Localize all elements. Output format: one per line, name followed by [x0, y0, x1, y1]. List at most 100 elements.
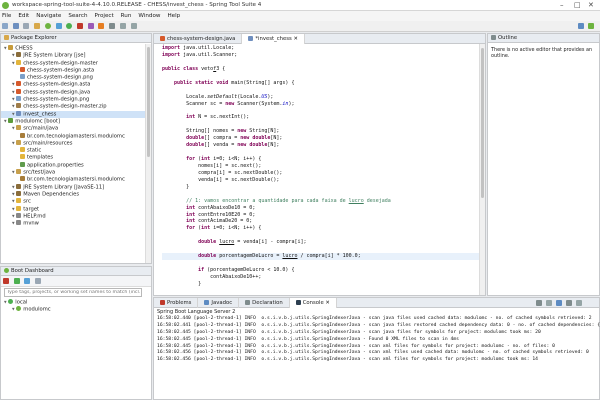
- package-explorer-scrollbar[interactable]: [145, 44, 151, 263]
- package-icon: [20, 132, 25, 138]
- save-all-icon[interactable]: [23, 23, 30, 29]
- pin-console-icon[interactable]: [556, 300, 562, 306]
- tree-item[interactable]: chess-system-design.asta: [1, 66, 151, 74]
- tree-item[interactable]: ▾ JRE System Library [jse]: [1, 52, 151, 59]
- maximize-icon[interactable]: □: [574, 1, 581, 9]
- package-explorer: Package Explorer ▾ CHESS ▾ JRE System Lib…: [0, 33, 152, 264]
- open-console-icon[interactable]: [576, 300, 582, 306]
- scrollbar-thumb[interactable]: [147, 47, 150, 157]
- new-icon[interactable]: [2, 23, 8, 29]
- search-icon[interactable]: [109, 23, 116, 29]
- close-tab-icon[interactable]: ✕: [293, 36, 297, 42]
- problems-icon: [160, 299, 165, 305]
- tab-javadoc[interactable]: Javadoc: [198, 298, 240, 308]
- tree-item[interactable]: ▾ target: [1, 205, 151, 213]
- spring-boot-icon[interactable]: [44, 23, 51, 29]
- scroll-lock-icon[interactable]: [546, 300, 552, 306]
- tab-console[interactable]: Console ✕: [289, 298, 337, 308]
- menu-run[interactable]: Run: [121, 11, 132, 21]
- folder-icon: [16, 59, 22, 65]
- open-icon[interactable]: [34, 23, 41, 29]
- close-tab-icon[interactable]: ✕: [325, 300, 329, 306]
- tree-item[interactable]: ▾ HELP.md: [1, 212, 151, 220]
- dashboard-item[interactable]: ▾ local: [1, 299, 151, 306]
- library-icon: [16, 183, 22, 189]
- tab-label: Javadoc: [211, 300, 233, 306]
- start-icon[interactable]: [13, 278, 20, 284]
- open-browser-icon[interactable]: [35, 278, 42, 284]
- editor-tab-label: *invest_chess: [255, 36, 292, 42]
- close-icon[interactable]: ✕: [588, 1, 594, 9]
- menu-file[interactable]: File: [2, 11, 11, 21]
- tree-item[interactable]: ▾ src/test/java: [1, 169, 151, 176]
- tree-item[interactable]: application.properties: [1, 161, 151, 169]
- editor-tab-invest-chess[interactable]: *invest_chess ✕: [242, 34, 305, 44]
- debug-icon[interactable]: [55, 23, 62, 29]
- folder-icon: [20, 147, 25, 153]
- clear-console-icon[interactable]: [536, 300, 542, 306]
- run-icon[interactable]: [66, 23, 73, 29]
- tree-item[interactable]: ▾ chess-system-design-master.zip: [1, 103, 151, 110]
- tree-item[interactable]: ▾ src/main/java: [1, 125, 151, 132]
- console-line: 16:58:02.440 [pool-2-thread-1] INFO o.s.…: [157, 316, 592, 321]
- tree-item-label: br.com.tecnologiamastersi.modulomc: [27, 133, 125, 140]
- editor-scrollbar[interactable]: [479, 44, 485, 295]
- minimize-icon[interactable]: –: [560, 1, 564, 9]
- menu-navigate[interactable]: Navigate: [36, 11, 61, 21]
- package-explorer-header: Package Explorer: [1, 34, 151, 43]
- menu-edit[interactable]: Edit: [18, 11, 29, 21]
- console-output[interactable]: 16:58:02.440 [pool-2-thread-1] INFO o.s.…: [154, 316, 600, 364]
- tree-item[interactable]: ▾ CHESS: [1, 45, 151, 52]
- java-perspective-icon[interactable]: [578, 23, 584, 29]
- menu-help[interactable]: Help: [167, 11, 180, 21]
- tree-item[interactable]: ▾ JRE System Library [JavaSE-11]: [1, 183, 151, 191]
- properties-icon: [20, 161, 25, 167]
- back-icon[interactable]: [119, 23, 126, 29]
- tab-problems[interactable]: Problems: [154, 298, 199, 308]
- tree-item[interactable]: ▾ chess-system-design.java: [1, 88, 151, 96]
- package-icon: [20, 176, 25, 182]
- display-console-icon[interactable]: [566, 300, 572, 306]
- tree-item[interactable]: chess-system-design.png: [1, 74, 151, 81]
- code-editor[interactable]: import java.util.Locale; import java.uti…: [154, 44, 485, 288]
- tree-item-label: src/test/java: [23, 169, 56, 176]
- dashboard-item[interactable]: ▾ modulomc: [1, 306, 151, 313]
- spring-perspective-icon[interactable]: [588, 23, 594, 29]
- boot-dashboard-title[interactable]: Boot Dashboard: [11, 268, 54, 274]
- tree-item-label: chess-system-design.png: [27, 74, 93, 81]
- tree-item[interactable]: ▾ chess-system-design.png: [1, 96, 151, 103]
- stop-icon[interactable]: [3, 278, 9, 284]
- stop-icon[interactable]: [77, 23, 84, 29]
- tree-item[interactable]: ▾ chess-system-design.asta: [1, 81, 151, 88]
- save-icon[interactable]: [12, 23, 19, 29]
- forward-icon[interactable]: [130, 23, 137, 29]
- tree-item[interactable]: br.com.tecnologiamastersi.modulomc: [1, 176, 151, 183]
- tab-declaration[interactable]: Declaration: [239, 298, 290, 308]
- menu-project[interactable]: Project: [95, 11, 114, 21]
- scrollbar-thumb[interactable]: [481, 48, 484, 198]
- tree-item[interactable]: ▾ invest_chess: [1, 110, 151, 118]
- boot-dashboard-filter-input[interactable]: [4, 288, 142, 297]
- tree-item[interactable]: static: [1, 147, 151, 154]
- package-explorer-title[interactable]: Package Explorer: [11, 35, 57, 41]
- menu-search[interactable]: Search: [68, 11, 87, 21]
- image-icon: [16, 96, 22, 102]
- tree-item[interactable]: ▾ chess-system-design-master: [1, 59, 151, 67]
- tree-item[interactable]: ▾ mvnw: [1, 220, 151, 227]
- editor-tab-chess-system-design[interactable]: chess-system-design.java: [154, 34, 243, 44]
- tree-item[interactable]: ▾ src/main/resources: [1, 139, 151, 147]
- tree-item[interactable]: ▾ modulomc [boot]: [1, 117, 151, 125]
- external-tools-icon[interactable]: [98, 23, 105, 29]
- library-icon: [16, 190, 22, 196]
- outline-icon: [491, 34, 496, 40]
- coverage-icon[interactable]: [87, 23, 94, 29]
- tree-item[interactable]: br.com.tecnologiamastersi.modulomc: [1, 132, 151, 140]
- tree-item[interactable]: ▾ src: [1, 198, 151, 205]
- menu-window[interactable]: Window: [138, 11, 160, 21]
- debug-icon[interactable]: [24, 278, 31, 284]
- tree-item[interactable]: templates: [1, 154, 151, 161]
- java-file-icon: [160, 35, 165, 41]
- library-icon: [16, 52, 22, 58]
- outline-title[interactable]: Outline: [498, 35, 517, 41]
- tree-item[interactable]: ▾ Maven Dependencies: [1, 190, 151, 198]
